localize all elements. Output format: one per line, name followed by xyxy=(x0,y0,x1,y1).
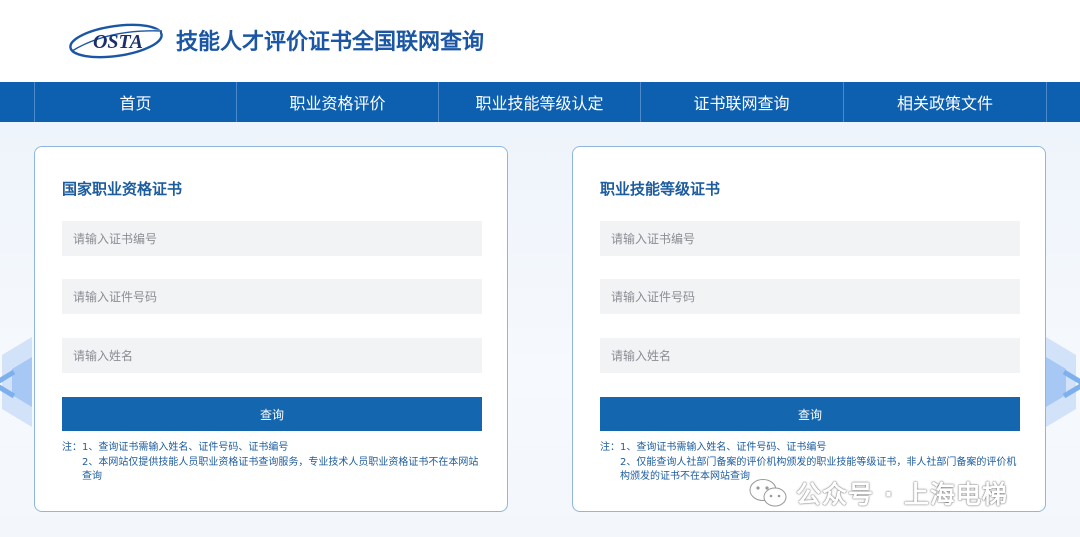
nav-item-skill-level-certification[interactable]: 职业技能等级认定 xyxy=(438,82,640,122)
cube-decoration-icon xyxy=(0,337,32,427)
query-notes: 注： 1、查询证书需输入姓名、证件号码、证书编号 2、本网站仅提供技能人员职业资… xyxy=(62,441,482,485)
national-qualification-card: 国家职业资格证书 查询 注： 1、查询证书需输入姓名、证件号码、证书编号 2、本… xyxy=(34,146,508,512)
card-title: 国家职业资格证书 xyxy=(62,180,183,198)
query-button[interactable]: 查询 xyxy=(600,397,1020,431)
certificate-number-input[interactable] xyxy=(600,221,1020,256)
id-number-input[interactable] xyxy=(62,279,482,314)
watermark-text: 公众号 · 上海电梯 xyxy=(796,480,1008,509)
site-header: OSTA 技能人才评价证书全国联网查询 xyxy=(0,0,1080,82)
note-prefix: 注： xyxy=(62,442,82,453)
nav-divider xyxy=(1046,82,1047,122)
name-input[interactable] xyxy=(62,338,482,373)
skill-level-card: 职业技能等级证书 查询 注： 1、查询证书需输入姓名、证件号码、证书编号 2、仅… xyxy=(572,146,1046,512)
nav-item-policy-documents[interactable]: 相关政策文件 xyxy=(843,82,1046,122)
note-item: 1、查询证书需输入姓名、证件号码、证书编号 xyxy=(82,442,289,453)
name-input[interactable] xyxy=(600,338,1020,373)
nav-item-certificate-query[interactable]: 证书联网查询 xyxy=(640,82,842,122)
note-prefix: 注： xyxy=(600,442,620,453)
card-title: 职业技能等级证书 xyxy=(600,180,721,198)
osta-logo[interactable]: OSTA xyxy=(68,20,164,60)
nav-item-qualification-evaluation[interactable]: 职业资格评价 xyxy=(236,82,438,122)
id-number-input[interactable] xyxy=(600,279,1020,314)
site-title: 技能人才评价证书全国联网查询 xyxy=(176,30,485,55)
logo-text: OSTA xyxy=(93,31,143,53)
note-item: 2、本网站仅提供技能人员职业资格证书查询服务，专业技术人员职业资格证书不在本网站… xyxy=(82,456,479,483)
note-item: 1、查询证书需输入姓名、证件号码、证书编号 xyxy=(620,442,827,453)
watermark: 公众号 · 上海电梯 xyxy=(748,476,1008,510)
cube-decoration-icon xyxy=(1046,337,1080,427)
query-button[interactable]: 查询 xyxy=(62,397,482,431)
wechat-icon xyxy=(749,479,787,507)
nav-item-home[interactable]: 首页 xyxy=(34,82,236,122)
certificate-number-input[interactable] xyxy=(62,221,482,256)
main-nav: 首页 职业资格评价 职业技能等级认定 证书联网查询 相关政策文件 xyxy=(0,82,1080,122)
